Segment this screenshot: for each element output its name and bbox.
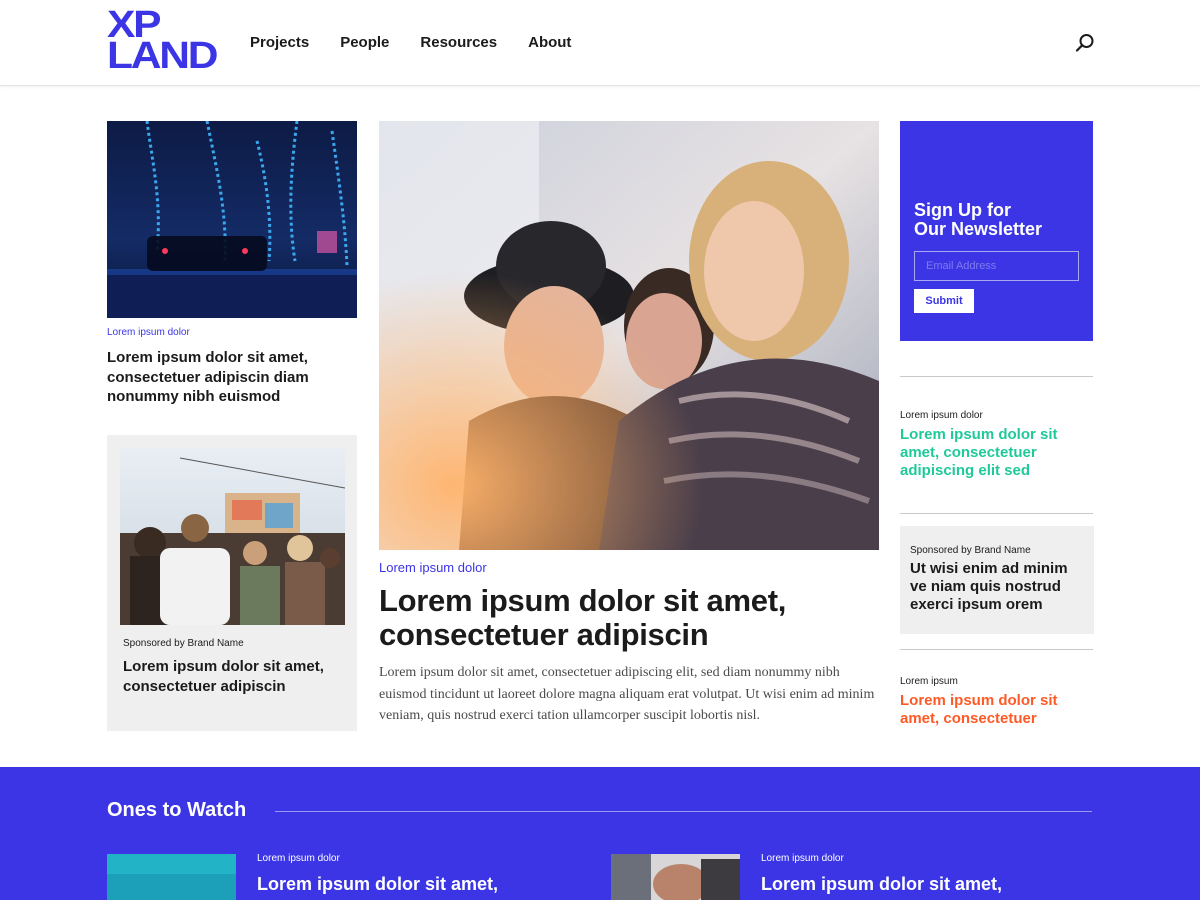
site-header: XP LAND Projects People Resources About — [0, 0, 1200, 86]
sponsored-card[interactable]: Sponsored by Brand Name Lorem ipsum dolo… — [107, 435, 357, 731]
story-kicker[interactable]: Lorem ipsum dolor — [107, 327, 190, 338]
side-sponsored-label: Sponsored by Brand Name — [910, 545, 1031, 556]
watch-item-kicker: Lorem ipsum dolor — [257, 853, 340, 864]
side-story2-headline[interactable]: Lorem ipsum dolor sit amet, consectetuer — [900, 692, 1090, 728]
section-title: Ones to Watch — [107, 799, 247, 821]
nav-about[interactable]: About — [528, 34, 571, 51]
email-input[interactable] — [914, 251, 1079, 281]
watch-item-headline[interactable]: Lorem ipsum dolor sit amet, — [257, 873, 557, 895]
nav-people[interactable]: People — [340, 34, 389, 51]
newsletter-title-line-1: Sign Up for — [914, 200, 1011, 220]
divider — [900, 376, 1093, 377]
hero-kicker[interactable]: Lorem ipsum dolor — [379, 560, 487, 575]
sponsored-label: Sponsored by Brand Name — [123, 638, 244, 649]
xpland-logo[interactable]: XP LAND — [107, 6, 218, 76]
watch-thumb-hands[interactable] — [611, 854, 740, 900]
night-street-photo[interactable] — [107, 121, 357, 318]
story-headline[interactable]: Lorem ipsum dolor sit amet, consectetuer… — [107, 348, 357, 407]
hero-body: Lorem ipsum dolor sit amet, consectetuer… — [379, 665, 875, 723]
side-sponsored-card[interactable]: Sponsored by Brand Name Ut wisi enim ad … — [900, 526, 1094, 634]
newsletter-title: Sign Up for Our Newsletter — [914, 201, 1084, 239]
side-story2-kicker: Lorem ipsum — [900, 676, 958, 687]
search-icon[interactable] — [1074, 32, 1096, 54]
newsletter-box: Sign Up for Our Newsletter Submit — [900, 121, 1093, 341]
logo-line-2: LAND — [107, 35, 218, 77]
section-divider — [275, 811, 1092, 812]
hero-friends-photo[interactable] — [379, 121, 879, 550]
side-story-headline[interactable]: Lorem ipsum dolor sit amet, consectetuer… — [900, 426, 1090, 480]
side-sponsored-headline[interactable]: Ut wisi enim ad minim ve niam quis nostr… — [910, 560, 1088, 614]
main-nav: Projects People Resources About — [250, 34, 602, 51]
divider — [900, 513, 1093, 514]
hero-headline[interactable]: Lorem ipsum dolor sit amet, consectetuer… — [379, 584, 879, 652]
submit-button[interactable]: Submit — [914, 289, 974, 313]
watch-item-headline[interactable]: Lorem ipsum dolor sit amet, — [761, 873, 1061, 895]
divider — [900, 649, 1093, 650]
nav-projects[interactable]: Projects — [250, 34, 309, 51]
newsletter-title-line-2: Our Newsletter — [914, 219, 1043, 239]
watch-item-kicker: Lorem ipsum dolor — [761, 853, 844, 864]
nav-resources[interactable]: Resources — [420, 34, 497, 51]
side-story-kicker: Lorem ipsum dolor — [900, 410, 983, 421]
watch-thumb-teal[interactable] — [107, 854, 236, 900]
festival-crowd-photo[interactable] — [120, 448, 345, 625]
ones-to-watch-section: Ones to Watch Lorem ipsum dolor Lorem ip… — [0, 767, 1200, 900]
sponsored-headline[interactable]: Lorem ipsum dolor sit amet, consectetuer… — [123, 657, 351, 696]
